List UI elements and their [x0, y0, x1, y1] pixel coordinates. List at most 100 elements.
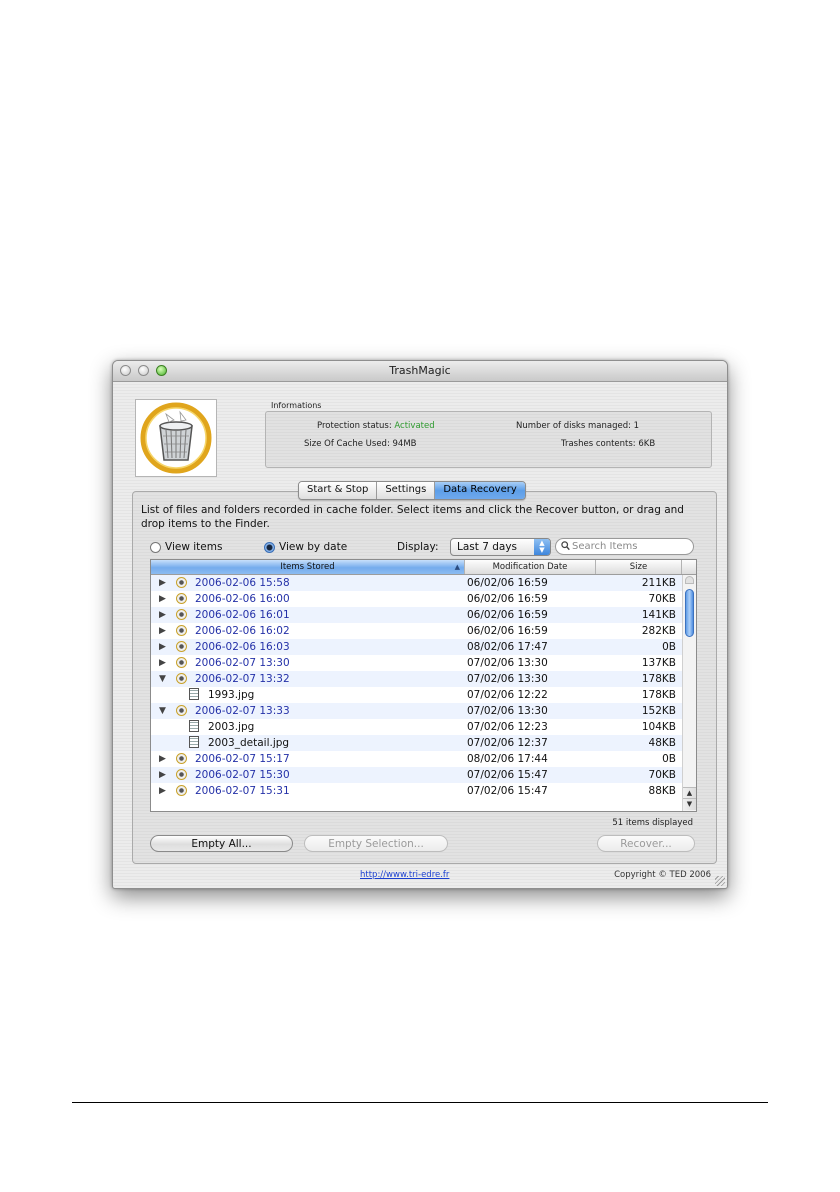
title-bar[interactable]: TrashMagic: [113, 361, 727, 382]
trash-folder-icon: [176, 705, 187, 716]
radio-view-items-label: View items: [165, 541, 223, 553]
trash-folder-icon: [176, 641, 187, 652]
disclosure-collapsed-icon[interactable]: ▶: [159, 594, 166, 604]
row-item-name: 2006-02-06 15:58: [195, 577, 290, 589]
table-row[interactable]: ▶ 2006-02-06 16:01 06/02/06 16:59 141KB: [151, 607, 682, 623]
trash-folder-icon: [176, 785, 187, 796]
table-row[interactable]: 2003.jpg 07/02/06 12:23 104KB: [151, 719, 682, 735]
row-modification-date: 07/02/06 12:23: [467, 721, 548, 733]
scrollbar-thumb[interactable]: [685, 589, 694, 637]
table-row[interactable]: ▶ 2006-02-06 16:02 06/02/06 16:59 282KB: [151, 623, 682, 639]
resize-grip-icon[interactable]: [715, 876, 725, 886]
table-row[interactable]: ▶ 2006-02-07 15:17 08/02/06 17:44 0B: [151, 751, 682, 767]
row-size: 0B: [662, 753, 676, 765]
column-header-modification-date[interactable]: Modification Date: [465, 560, 596, 574]
row-item-name: 2003.jpg: [208, 721, 255, 733]
row-item-name: 2006-02-07 15:30: [195, 769, 290, 781]
items-displayed-count: 51 items displayed: [612, 818, 693, 828]
tab-data-recovery[interactable]: Data Recovery: [435, 482, 525, 499]
image-file-icon: [189, 720, 199, 732]
trash-folder-icon: [176, 609, 187, 620]
display-popup-value: Last 7 days: [457, 541, 518, 553]
row-modification-date: 06/02/06 16:59: [467, 609, 548, 621]
row-modification-date: 06/02/06 16:59: [467, 625, 548, 637]
disclosure-collapsed-icon[interactable]: ▶: [159, 642, 166, 652]
row-size: 178KB: [641, 673, 676, 685]
page-bottom-rule: [72, 1102, 768, 1103]
informations-box: Protection status: Activated Size Of Cac…: [265, 411, 712, 468]
row-item-name: 2006-02-07 13:32: [195, 673, 290, 685]
table-row[interactable]: ▼ 2006-02-07 13:33 07/02/06 13:30 152KB: [151, 703, 682, 719]
table-row[interactable]: 2003_detail.jpg 07/02/06 12:37 48KB: [151, 735, 682, 751]
protection-status-label: Protection status:: [317, 421, 392, 431]
radio-view-items[interactable]: View items: [150, 541, 222, 553]
row-size: 0B: [662, 641, 676, 653]
trash-folder-icon: [176, 769, 187, 780]
recover-button[interactable]: Recover...: [597, 835, 695, 852]
row-modification-date: 07/02/06 13:30: [467, 657, 548, 669]
copyright-text: Copyright © TED 2006: [614, 870, 711, 880]
search-input[interactable]: [572, 540, 687, 553]
row-item-name: 2006-02-06 16:00: [195, 593, 290, 605]
disclosure-collapsed-icon[interactable]: ▶: [159, 754, 166, 764]
row-item-name: 2006-02-07 15:17: [195, 753, 290, 765]
display-label: Display:: [397, 541, 439, 553]
display-popup[interactable]: Last 7 days ▲ ▼: [450, 538, 551, 556]
table-row[interactable]: ▶ 2006-02-06 16:00 06/02/06 16:59 70KB: [151, 591, 682, 607]
table-row[interactable]: ▶ 2006-02-06 15:58 06/02/06 16:59 211KB: [151, 575, 682, 591]
column-header-size[interactable]: Size: [596, 560, 682, 574]
row-item-name: 1993.jpg: [208, 689, 255, 701]
row-modification-date: 06/02/06 16:59: [467, 593, 548, 605]
disclosure-collapsed-icon[interactable]: ▶: [159, 610, 166, 620]
trash-folder-icon: [176, 593, 187, 604]
row-size: 70KB: [648, 769, 676, 781]
disclosure-collapsed-icon[interactable]: ▶: [159, 786, 166, 796]
row-item-name: 2006-02-06 16:02: [195, 625, 290, 637]
table-row[interactable]: ▶ 2006-02-07 15:31 07/02/06 15:47 88KB: [151, 783, 682, 799]
trash-folder-icon: [176, 673, 187, 684]
empty-all-button[interactable]: Empty All...: [150, 835, 293, 852]
row-item-name: 2003_detail.jpg: [208, 737, 290, 749]
trash-folder-icon: [176, 753, 187, 764]
trash-folder-icon: [176, 577, 187, 588]
disclosure-collapsed-icon[interactable]: ▶: [159, 578, 166, 588]
cache-size-label: Size Of Cache Used:: [304, 439, 390, 449]
row-size: 88KB: [648, 785, 676, 797]
disclosure-collapsed-icon[interactable]: ▶: [159, 626, 166, 636]
row-modification-date: 07/02/06 12:37: [467, 737, 548, 749]
updown-arrows-icon: ▲ ▼: [534, 539, 550, 555]
disclosure-collapsed-icon[interactable]: ▶: [159, 658, 166, 668]
trashmagic-logo-icon: [135, 399, 217, 477]
scroll-down-arrow-icon[interactable]: ▼: [683, 798, 696, 810]
table-row[interactable]: ▼ 2006-02-07 13:32 07/02/06 13:30 178KB: [151, 671, 682, 687]
radio-view-by-date[interactable]: View by date: [264, 541, 347, 553]
empty-selection-button[interactable]: Empty Selection...: [304, 835, 448, 852]
table-row[interactable]: ▶ 2006-02-07 15:30 07/02/06 15:47 70KB: [151, 767, 682, 783]
row-modification-date: 07/02/06 12:22: [467, 689, 548, 701]
column-header-items-stored[interactable]: Items Stored ▲: [151, 560, 465, 574]
vertical-scrollbar[interactable]: ▲ ▼: [682, 575, 696, 811]
sort-ascending-icon: ▲: [454, 563, 460, 571]
row-size: 137KB: [641, 657, 676, 669]
website-link[interactable]: http://www.tri-edre.fr: [360, 870, 449, 880]
informations-label: Informations: [271, 401, 322, 410]
radio-view-by-date-circle[interactable]: [264, 541, 275, 553]
row-size: 48KB: [648, 737, 676, 749]
tab-start-stop[interactable]: Start & Stop: [299, 482, 378, 499]
tab-bar: Start & Stop Settings Data Recovery: [298, 481, 526, 500]
table-row[interactable]: ▶ 2006-02-07 13:30 07/02/06 13:30 137KB: [151, 655, 682, 671]
row-item-name: 2006-02-06 16:01: [195, 609, 290, 621]
row-size: 152KB: [641, 705, 676, 717]
tab-settings[interactable]: Settings: [377, 482, 436, 499]
protection-status-value: Activated: [394, 421, 435, 431]
search-field[interactable]: [555, 538, 694, 555]
table-row[interactable]: ▶ 2006-02-06 16:03 08/02/06 17:47 0B: [151, 639, 682, 655]
disclosure-expanded-icon[interactable]: ▼: [159, 706, 166, 716]
disclosure-expanded-icon[interactable]: ▼: [159, 674, 166, 684]
row-modification-date: 08/02/06 17:44: [467, 753, 548, 765]
row-modification-date: 07/02/06 15:47: [467, 785, 548, 797]
radio-view-items-circle[interactable]: [150, 541, 161, 553]
table-row[interactable]: 1993.jpg 07/02/06 12:22 178KB: [151, 687, 682, 703]
disclosure-collapsed-icon[interactable]: ▶: [159, 770, 166, 780]
row-modification-date: 08/02/06 17:47: [467, 641, 548, 653]
